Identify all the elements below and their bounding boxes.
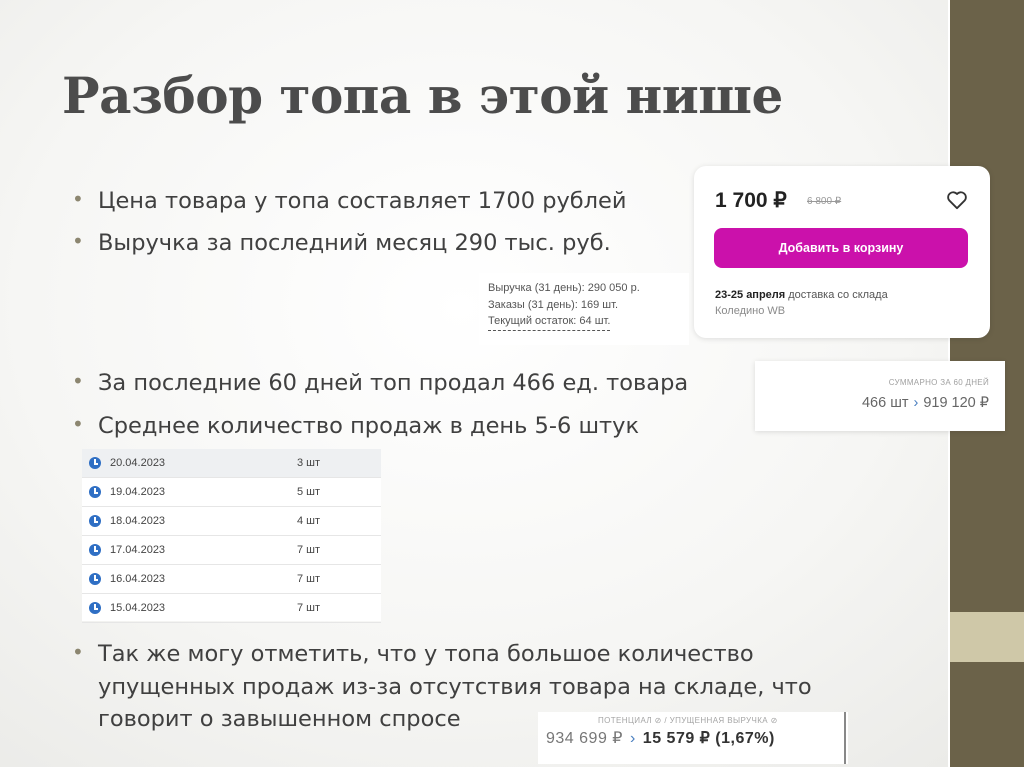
bullet-units-sold: • За последние 60 дней топ продал 466 ед… xyxy=(72,367,762,400)
sale-qty: 7 шт xyxy=(297,573,321,585)
bullet-dot: • xyxy=(72,369,84,393)
bullet-dot: • xyxy=(72,412,84,436)
sale-date: 15.04.2023 xyxy=(110,602,166,614)
summary-label: СУММАРНО ЗА 60 ДНЕЙ xyxy=(888,378,989,387)
sale-date: 16.04.2023 xyxy=(110,573,166,585)
lost-revenue-amount: 15 579 ₽ (1,67%) xyxy=(642,730,775,747)
sale-qty: 5 шт xyxy=(297,486,321,498)
table-row: 17.04.2023 7 шт xyxy=(82,536,381,565)
sale-qty: 7 шт xyxy=(297,544,321,556)
sale-qty: 4 шт xyxy=(297,515,321,527)
bullet-daily-average: • Среднее количество продаж в день 5-6 ш… xyxy=(72,410,762,443)
add-to-cart-button[interactable]: Добавить в корзину xyxy=(714,228,968,268)
chevron-right-icon: › xyxy=(913,395,919,411)
bullet-text: Среднее количество продаж в день 5-6 шту… xyxy=(98,413,640,439)
summary-60-days: СУММАРНО ЗА 60 ДНЕЙ 466 шт › 919 120 ₽ xyxy=(755,361,1005,431)
heart-icon[interactable] xyxy=(946,190,968,210)
bullet-dot: • xyxy=(72,640,84,664)
bullet-revenue: • Выручка за последний месяц 290 тыс. ру… xyxy=(72,227,692,260)
bullet-price: • Цена товара у топа составляет 1700 руб… xyxy=(72,185,692,218)
delivery-text: доставка со склада xyxy=(788,289,888,301)
panel-divider xyxy=(844,712,846,764)
table-row: 18.04.2023 4 шт xyxy=(82,507,381,536)
lost-revenue-panel: ПОТЕНЦИАЛ ⊘ / УПУЩЕННАЯ ВЫРУЧКА ⊘ 934 69… xyxy=(538,712,848,764)
clock-icon xyxy=(89,457,101,469)
sale-qty: 7 шт xyxy=(297,602,321,614)
stock-line[interactable]: Текущий остаток: 64 шт. xyxy=(488,313,611,332)
bullet-dot: • xyxy=(72,229,84,253)
product-old-price: 6 800 ₽ xyxy=(807,196,842,207)
summary-amount: 919 120 ₽ xyxy=(923,395,989,411)
potential-revenue: 934 699 ₽ xyxy=(546,730,623,747)
table-row: 15.04.2023 7 шт xyxy=(82,594,381,623)
sale-date: 17.04.2023 xyxy=(110,544,166,556)
summary-values: 466 шт › 919 120 ₽ xyxy=(862,395,989,411)
sale-date: 19.04.2023 xyxy=(110,486,166,498)
slide-title: Разбор топа в этой нише xyxy=(62,66,783,125)
delivery-info: 23-25 апреля доставка со склада Коледино… xyxy=(715,288,965,320)
table-row: 16.04.2023 7 шт xyxy=(82,565,381,594)
warehouse-name: Коледино WB xyxy=(715,304,786,317)
daily-sales-table: 20.04.2023 3 шт 19.04.2023 5 шт 18.04.20… xyxy=(82,449,381,623)
chevron-right-icon: › xyxy=(629,730,636,747)
orders-line: Заказы (31 день): 169 шт. xyxy=(488,298,618,311)
sale-qty: 3 шт xyxy=(297,457,321,469)
table-row: 20.04.2023 3 шт xyxy=(82,449,381,478)
clock-icon xyxy=(89,486,101,498)
sale-date: 20.04.2023 xyxy=(110,457,166,469)
revenue-line: Выручка (31 день): 290 050 р. xyxy=(488,282,640,294)
lost-revenue-values: 934 699 ₽ › 15 579 ₽ (1,67%) xyxy=(546,728,775,748)
delivery-dates: 23-25 апреля xyxy=(715,289,786,301)
bullet-text: Цена товара у топа составляет 1700 рубле… xyxy=(98,188,627,214)
product-card: 1 700 ₽ 6 800 ₽ Добавить в корзину 23-25… xyxy=(694,166,990,338)
bullet-dot: • xyxy=(72,187,84,211)
clock-icon xyxy=(89,544,101,556)
clock-icon xyxy=(89,573,101,585)
clock-icon xyxy=(89,515,101,527)
product-price: 1 700 ₽ xyxy=(715,189,787,212)
revenue-stats: Выручка (31 день): 290 050 р. Заказы (31… xyxy=(479,273,689,345)
clock-icon xyxy=(89,602,101,614)
table-row: 19.04.2023 5 шт xyxy=(82,478,381,507)
bullet-text: Выручка за последний месяц 290 тыс. руб. xyxy=(98,230,611,256)
sidebar-accent xyxy=(950,612,1024,662)
summary-units: 466 шт xyxy=(861,395,909,411)
sale-date: 18.04.2023 xyxy=(110,515,166,527)
bullet-text: За последние 60 дней топ продал 466 ед. … xyxy=(98,370,689,396)
lost-revenue-label: ПОТЕНЦИАЛ ⊘ / УПУЩЕННАЯ ВЫРУЧКА ⊘ xyxy=(598,716,778,725)
